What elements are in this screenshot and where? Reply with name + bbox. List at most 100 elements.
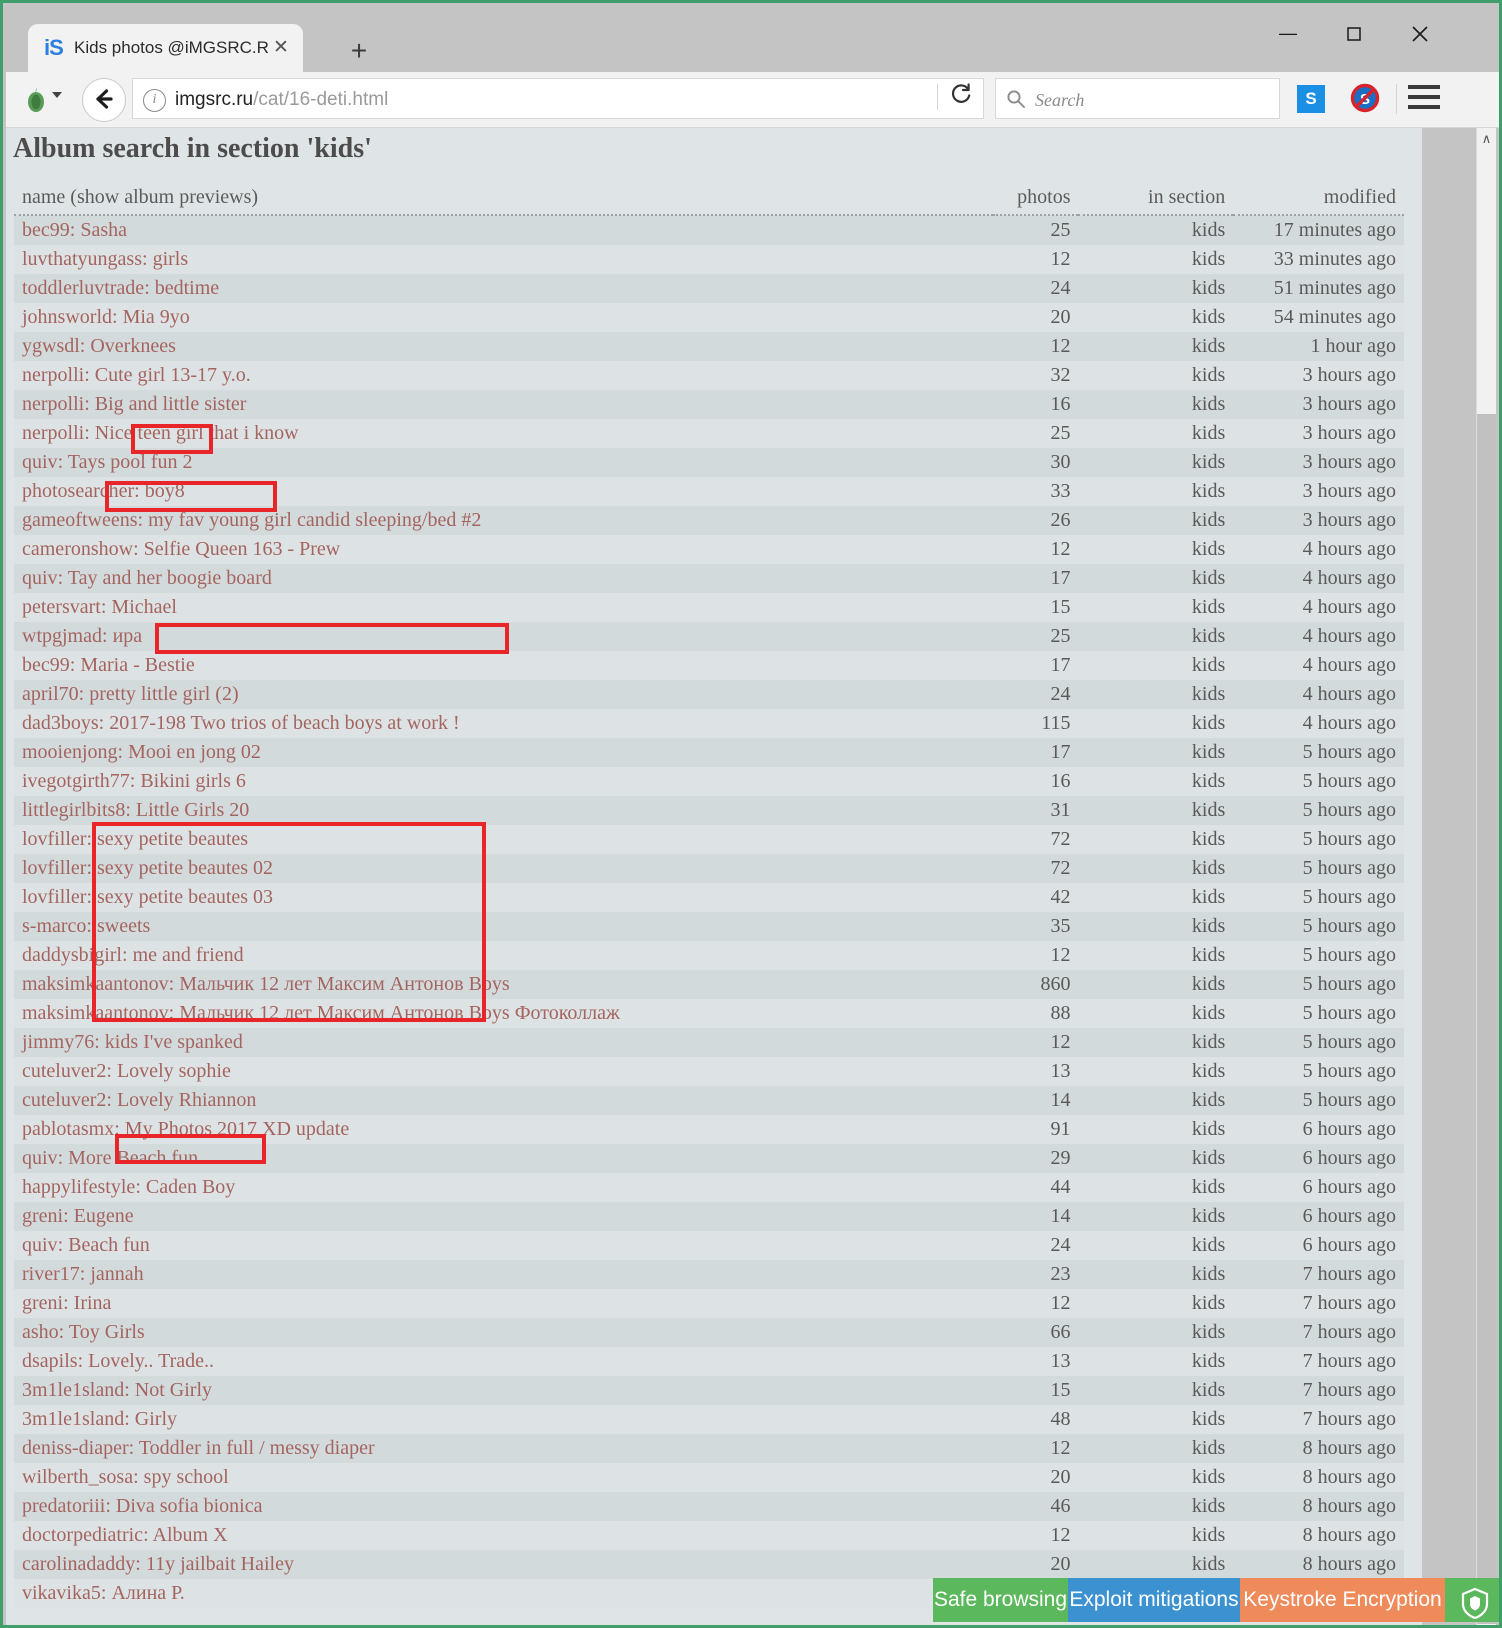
table-row[interactable]: quiv: More Beach fun29kids6 hours ago [14, 1144, 1404, 1173]
album-name-cell[interactable]: maksimkaantonov: Мальчик 12 лет Максим А… [14, 970, 993, 999]
album-name-cell[interactable]: lovfiller: sexy petite beautes 03 [14, 883, 993, 912]
album-title[interactable]: sexy petite beautes 03 [97, 886, 273, 908]
album-title[interactable]: Michael [111, 596, 177, 618]
album-name-cell[interactable]: lovfiller: sexy petite beautes 02 [14, 854, 993, 883]
album-name-cell[interactable]: nerpolli: Nice teen girl that i know [14, 419, 993, 448]
table-row[interactable]: nerpolli: Cute girl 13-17 y.o.32kids3 ho… [14, 361, 1404, 390]
album-name-cell[interactable]: daddysbigirl: me and friend [14, 941, 993, 970]
album-name-cell[interactable]: dad3boys: 2017-198 Two trios of beach bo… [14, 709, 993, 738]
album-name-cell[interactable]: nerpolli: Big and little sister [14, 390, 993, 419]
album-user[interactable]: cuteluver2 [22, 1089, 106, 1111]
album-title[interactable]: me and friend [133, 944, 244, 966]
badge-exploit-mitigations[interactable]: Exploit mitigations [1068, 1578, 1240, 1622]
album-name-cell[interactable]: petersvart: Michael [14, 593, 993, 622]
album-title[interactable]: Алина Р. [111, 1582, 184, 1604]
table-row[interactable]: johnsworld: Mia 9yo20kids54 minutes ago [14, 303, 1404, 332]
search-input[interactable]: Search [1035, 87, 1260, 113]
album-user[interactable]: river17 [22, 1263, 80, 1285]
album-name-cell[interactable]: april70: pretty little girl (2) [14, 680, 993, 709]
album-title[interactable]: Caden Boy [146, 1176, 235, 1198]
site-info-icon[interactable]: i [143, 89, 166, 112]
album-title[interactable]: Little Girls 20 [136, 799, 249, 821]
table-row[interactable]: bec99: Sasha25kids17 minutes ago [14, 215, 1404, 245]
album-user[interactable]: quiv [22, 1234, 58, 1256]
album-user[interactable]: gameoftweens [22, 509, 138, 531]
table-row[interactable]: 3m1le1sland: Girly48kids7 hours ago [14, 1405, 1404, 1434]
album-name-cell[interactable]: johnsworld: Mia 9yo [14, 303, 993, 332]
table-row[interactable]: asho: Toy Girls66kids7 hours ago [14, 1318, 1404, 1347]
page-scrollbar[interactable]: ∧ [1476, 128, 1496, 1628]
album-title[interactable]: 11y jailbait Hailey [146, 1553, 294, 1575]
album-name-cell[interactable]: wtpgjmad: ира [14, 622, 993, 651]
album-user[interactable]: luvthatyungass [22, 248, 142, 270]
album-user[interactable]: daddysbigirl [22, 944, 122, 966]
album-user[interactable]: toddlerluvtrade [22, 277, 144, 299]
album-name-cell[interactable]: cuteluver2: Lovely Rhiannon [14, 1086, 993, 1115]
album-title[interactable]: My Photos 2017 XD update [125, 1118, 349, 1140]
table-row[interactable]: luvthatyungass: girls12kids33 minutes ag… [14, 245, 1404, 274]
album-title[interactable]: Lovely sophie [117, 1060, 231, 1082]
album-title[interactable]: Sasha [80, 219, 127, 241]
album-user[interactable]: ygwsdl [22, 335, 80, 357]
album-user[interactable]: ivegotgirth77 [22, 770, 130, 792]
table-row[interactable]: bec99: Maria - Bestie17kids4 hours ago [14, 651, 1404, 680]
album-user[interactable]: carolinadaddy [22, 1553, 135, 1575]
album-title[interactable]: my fav young girl candid sleeping/bed #2 [148, 509, 481, 531]
column-header-name[interactable]: name (show album previews) [14, 183, 993, 215]
album-title[interactable]: Beach fun [68, 1234, 150, 1256]
album-name-cell[interactable]: bec99: Sasha [14, 215, 993, 245]
album-title[interactable]: Mooi en jong 02 [128, 741, 261, 763]
album-user[interactable]: 3m1le1sland [22, 1379, 124, 1401]
table-row[interactable]: ivegotgirth77: Bikini girls 616kids5 hou… [14, 767, 1404, 796]
noscript-extension-icon[interactable]: S [1350, 83, 1380, 113]
album-name-cell[interactable]: quiv: Tay and her boogie board [14, 564, 993, 593]
table-row[interactable]: jimmy76: kids I've spanked12kids5 hours … [14, 1028, 1404, 1057]
album-user[interactable]: wtpgjmad [22, 625, 102, 647]
album-title[interactable]: Tay and her boogie board [68, 567, 272, 589]
table-row[interactable]: lovfiller: sexy petite beautes72kids5 ho… [14, 825, 1404, 854]
album-user[interactable]: johnsworld [22, 306, 112, 328]
album-user[interactable]: cameronshow [22, 538, 133, 560]
album-user[interactable]: doctorpediatric [22, 1524, 143, 1546]
album-title[interactable]: Мальчик 12 лет Максим Антонов Boys [179, 973, 510, 995]
new-tab-button[interactable]: + [343, 35, 375, 67]
badge-keystroke-encryption[interactable]: Keystroke Encryption [1240, 1578, 1445, 1622]
album-name-cell[interactable]: 3m1le1sland: Not Girly [14, 1376, 993, 1405]
album-title[interactable]: spy school [144, 1466, 229, 1488]
album-user[interactable]: quiv [22, 451, 58, 473]
album-name-cell[interactable]: littlegirlbits8: Little Girls 20 [14, 796, 993, 825]
album-name-cell[interactable]: greni: Irina [14, 1289, 993, 1318]
album-name-cell[interactable]: jimmy76: kids I've spanked [14, 1028, 993, 1057]
column-header-section[interactable]: in section [1078, 183, 1233, 215]
album-title[interactable]: Lovely Rhiannon [117, 1089, 256, 1111]
chevron-down-icon[interactable] [52, 92, 62, 98]
browser-tab[interactable]: iS Kids photos @iMGSRC.RU ✕ [28, 24, 303, 72]
close-tab-icon[interactable]: ✕ [268, 35, 294, 61]
album-user[interactable]: lovfiller [22, 857, 86, 879]
album-user[interactable]: littlegirlbits8 [22, 799, 125, 821]
album-user[interactable]: petersvart [22, 596, 101, 618]
album-user[interactable]: jimmy76 [22, 1031, 94, 1053]
table-row[interactable]: quiv: Tays pool fun 230kids3 hours ago [14, 448, 1404, 477]
album-title[interactable]: Lovely.. Trade.. [88, 1350, 214, 1372]
table-row[interactable]: dsapils: Lovely.. Trade..13kids7 hours a… [14, 1347, 1404, 1376]
album-name-cell[interactable]: deniss-diaper: Toddler in full / messy d… [14, 1434, 993, 1463]
album-user[interactable]: cuteluver2 [22, 1060, 106, 1082]
album-title[interactable]: ира [113, 625, 143, 647]
table-row[interactable]: s-marco: sweets35kids5 hours ago [14, 912, 1404, 941]
table-row[interactable]: deniss-diaper: Toddler in full / messy d… [14, 1434, 1404, 1463]
back-button[interactable] [82, 78, 126, 122]
album-title[interactable]: sexy petite beautes [97, 828, 248, 850]
table-row[interactable]: nerpolli: Nice teen girl that i know25ki… [14, 419, 1404, 448]
album-title[interactable]: boy8 [145, 480, 185, 502]
album-title[interactable]: Eugene [74, 1205, 134, 1227]
album-title[interactable]: Girly [135, 1408, 177, 1430]
table-row[interactable]: quiv: Beach fun24kids6 hours ago [14, 1231, 1404, 1260]
album-user[interactable]: bec99 [22, 219, 70, 241]
album-user[interactable]: lovfiller [22, 886, 86, 908]
table-row[interactable]: predatoriii: Diva sofia bionica46kids8 h… [14, 1492, 1404, 1521]
album-name-cell[interactable]: river17: jannah [14, 1260, 993, 1289]
album-name-cell[interactable]: cuteluver2: Lovely sophie [14, 1057, 993, 1086]
scrollbar-thumb[interactable] [1477, 414, 1496, 1624]
album-title[interactable]: Selfie Queen 163 - Prew [144, 538, 341, 560]
